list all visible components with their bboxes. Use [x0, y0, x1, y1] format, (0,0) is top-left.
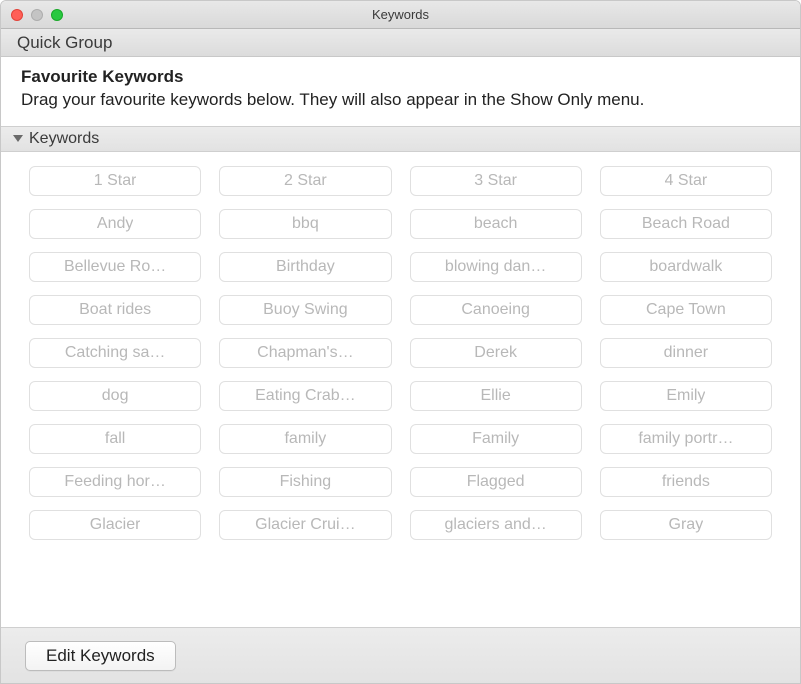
favourites-description: Drag your favourite keywords below. They…	[21, 89, 780, 112]
keyword-label: boardwalk	[649, 258, 722, 276]
keyword-chip[interactable]: Glacier Crui…	[219, 510, 391, 540]
keyword-chip[interactable]: Flagged	[410, 467, 582, 497]
keyword-label: Flagged	[467, 473, 525, 491]
keyword-label: Buoy Swing	[263, 301, 348, 319]
keyword-label: Family	[472, 430, 519, 448]
keyword-chip[interactable]: 1 Star	[29, 166, 201, 196]
keyword-chip[interactable]: Chapman's…	[219, 338, 391, 368]
keyword-chip[interactable]: Ellie	[410, 381, 582, 411]
minimize-icon[interactable]	[31, 9, 43, 21]
keyword-chip[interactable]: family	[219, 424, 391, 454]
keyword-chip[interactable]: Buoy Swing	[219, 295, 391, 325]
keyword-chip[interactable]: fall	[29, 424, 201, 454]
close-icon[interactable]	[11, 9, 23, 21]
keyword-label: glaciers and…	[444, 516, 546, 534]
keyword-chip[interactable]: Derek	[410, 338, 582, 368]
keywords-section-header[interactable]: Keywords	[1, 126, 800, 152]
window-controls	[1, 9, 63, 21]
quick-group-menu[interactable]: Quick Group	[17, 33, 112, 53]
toolbar: Quick Group	[1, 29, 800, 57]
keyword-chip[interactable]: beach	[410, 209, 582, 239]
keyword-chip[interactable]: boardwalk	[600, 252, 772, 282]
keywords-grid-container: 1 Star 2 Star 3 Star 4 Star Andy bbq beach Beac…	[1, 152, 800, 627]
keyword-label: 3 Star	[474, 172, 517, 190]
keyword-label: family portr…	[638, 430, 733, 448]
keyword-label: Catching sa…	[65, 344, 166, 362]
edit-keywords-button[interactable]: Edit Keywords	[25, 641, 176, 671]
keyword-label: Fishing	[280, 473, 332, 491]
keyword-label: family	[284, 430, 326, 448]
keywords-header-label: Keywords	[29, 130, 99, 148]
window-title: Keywords	[1, 7, 800, 22]
keyword-chip[interactable]: Birthday	[219, 252, 391, 282]
favourites-title: Favourite Keywords	[21, 67, 780, 87]
keyword-chip[interactable]: blowing dan…	[410, 252, 582, 282]
keyword-label: Eating Crab…	[255, 387, 356, 405]
keyword-chip[interactable]: Cape Town	[600, 295, 772, 325]
keyword-chip[interactable]: Emily	[600, 381, 772, 411]
keyword-label: 1 Star	[94, 172, 137, 190]
keyword-chip[interactable]: Canoeing	[410, 295, 582, 325]
keyword-label: Bellevue Ro…	[64, 258, 166, 276]
keyword-chip[interactable]: 4 Star	[600, 166, 772, 196]
keyword-label: blowing dan…	[445, 258, 546, 276]
keyword-chip[interactable]: Gray	[600, 510, 772, 540]
keywords-grid: 1 Star 2 Star 3 Star 4 Star Andy bbq beach Beac…	[29, 166, 772, 540]
keyword-label: Canoeing	[461, 301, 530, 319]
keyword-chip[interactable]: Glacier	[29, 510, 201, 540]
keyword-label: Cape Town	[646, 301, 726, 319]
keyword-chip[interactable]: friends	[600, 467, 772, 497]
keyword-label: Birthday	[276, 258, 335, 276]
keyword-label: Derek	[474, 344, 517, 362]
keyword-label: bbq	[292, 215, 319, 233]
keyword-label: Glacier Crui…	[255, 516, 355, 534]
keyword-chip[interactable]: bbq	[219, 209, 391, 239]
favourites-section: Favourite Keywords Drag your favourite k…	[1, 57, 800, 126]
keyword-chip[interactable]: Feeding hor…	[29, 467, 201, 497]
keyword-label: 2 Star	[284, 172, 327, 190]
keyword-label: Chapman's…	[257, 344, 353, 362]
keyword-chip[interactable]: 3 Star	[410, 166, 582, 196]
maximize-icon[interactable]	[51, 9, 63, 21]
keyword-chip[interactable]: Bellevue Ro…	[29, 252, 201, 282]
keywords-window: Keywords Quick Group Favourite Keywords …	[0, 0, 801, 684]
chevron-down-icon	[13, 135, 23, 142]
keyword-chip[interactable]: Boat rides	[29, 295, 201, 325]
keyword-label: Andy	[97, 215, 133, 233]
keyword-label: dinner	[664, 344, 708, 362]
keyword-label: friends	[662, 473, 710, 491]
keyword-chip[interactable]: dog	[29, 381, 201, 411]
keyword-chip[interactable]: 2 Star	[219, 166, 391, 196]
keyword-label: Emily	[666, 387, 705, 405]
keyword-chip[interactable]: Catching sa…	[29, 338, 201, 368]
keyword-label: Gray	[669, 516, 704, 534]
keyword-label: fall	[105, 430, 125, 448]
keyword-label: 4 Star	[665, 172, 708, 190]
keyword-chip[interactable]: glaciers and…	[410, 510, 582, 540]
keyword-label: Ellie	[481, 387, 511, 405]
keyword-label: dog	[102, 387, 129, 405]
keyword-chip[interactable]: Beach Road	[600, 209, 772, 239]
keyword-label: beach	[474, 215, 518, 233]
keyword-chip[interactable]: Eating Crab…	[219, 381, 391, 411]
keyword-chip[interactable]: Andy	[29, 209, 201, 239]
titlebar: Keywords	[1, 1, 800, 29]
keyword-chip[interactable]: family portr…	[600, 424, 772, 454]
keyword-chip[interactable]: Fishing	[219, 467, 391, 497]
keyword-label: Beach Road	[642, 215, 730, 233]
keyword-chip[interactable]: Family	[410, 424, 582, 454]
keyword-label: Glacier	[90, 516, 141, 534]
footer: Edit Keywords	[1, 627, 800, 683]
keyword-label: Feeding hor…	[64, 473, 165, 491]
keyword-label: Boat rides	[79, 301, 151, 319]
keyword-chip[interactable]: dinner	[600, 338, 772, 368]
